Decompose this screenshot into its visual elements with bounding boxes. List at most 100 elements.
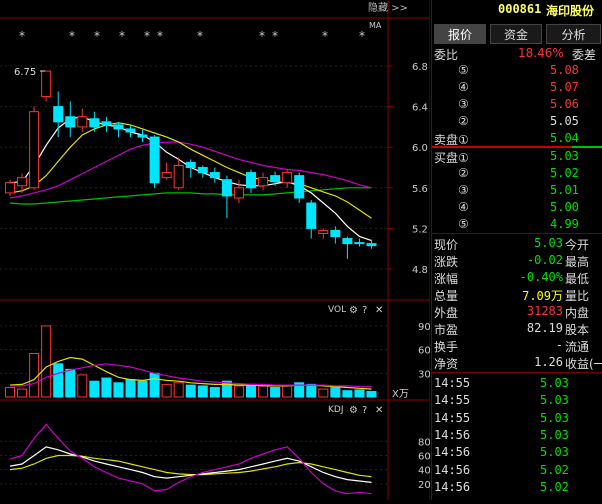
candle-body[interactable] bbox=[101, 121, 112, 126]
volume-bar[interactable] bbox=[125, 379, 136, 398]
event-star-icon[interactable]: * bbox=[322, 29, 328, 43]
event-star-icon[interactable]: * bbox=[359, 29, 365, 43]
candle-body[interactable] bbox=[197, 167, 208, 174]
kdj-j-line bbox=[9, 423, 372, 495]
volume-bar[interactable] bbox=[197, 385, 208, 398]
candle-body[interactable] bbox=[246, 172, 256, 189]
tab-analysis[interactable]: 分析 bbox=[546, 24, 601, 44]
volume-bar[interactable] bbox=[65, 368, 76, 398]
candle-body[interactable] bbox=[173, 164, 184, 189]
volume-bar[interactable] bbox=[246, 383, 256, 398]
event-star-icon[interactable]: * bbox=[157, 29, 163, 43]
candle-body[interactable] bbox=[161, 172, 172, 179]
close-icon[interactable]: ✕ bbox=[375, 405, 383, 416]
settings-gear-icon[interactable]: ⚙ bbox=[349, 305, 358, 316]
candle-body[interactable] bbox=[5, 182, 15, 194]
help-icon[interactable]: ? bbox=[362, 305, 367, 316]
event-star-icon[interactable]: * bbox=[272, 29, 278, 43]
stock-name: 海印股份 bbox=[546, 4, 595, 18]
volume-bar[interactable] bbox=[366, 390, 377, 398]
candle-body[interactable] bbox=[209, 172, 220, 179]
volume-bar[interactable] bbox=[137, 380, 148, 398]
candle-body[interactable] bbox=[330, 229, 341, 238]
candle-body[interactable] bbox=[65, 116, 76, 128]
tick-price: 5.02 bbox=[540, 479, 569, 494]
event-star-icon[interactable]: * bbox=[197, 29, 203, 43]
candle-body[interactable] bbox=[41, 70, 52, 97]
volume-bar[interactable] bbox=[77, 374, 88, 398]
candle-body[interactable] bbox=[221, 179, 232, 197]
candle-body[interactable] bbox=[282, 172, 293, 184]
candle-body[interactable] bbox=[29, 111, 40, 189]
hide-panel-link[interactable]: 隐藏 >> bbox=[368, 2, 408, 14]
event-star-icon[interactable]: * bbox=[144, 29, 150, 43]
candle-body[interactable] bbox=[149, 136, 160, 184]
volume-bar[interactable] bbox=[161, 383, 172, 398]
volume-bar[interactable] bbox=[113, 382, 124, 398]
volume-bar[interactable] bbox=[185, 384, 196, 398]
tick-price: 5.03 bbox=[540, 427, 569, 442]
volume-bar[interactable] bbox=[53, 363, 64, 398]
volume-bar[interactable] bbox=[270, 387, 281, 398]
volume-bar[interactable] bbox=[5, 387, 15, 398]
candle-body[interactable] bbox=[354, 242, 365, 245]
tick-time: 14:56 bbox=[434, 445, 471, 460]
candle-body[interactable] bbox=[366, 243, 377, 247]
candle-body[interactable] bbox=[53, 106, 64, 123]
volume-bar[interactable] bbox=[330, 387, 341, 398]
buy-order-level: ⑤ bbox=[458, 217, 469, 231]
buy-order-row[interactable]: 买盘① 5.03 bbox=[432, 149, 602, 166]
buy-order-row[interactable]: ③ 5.01 bbox=[432, 183, 602, 200]
volume-bar[interactable] bbox=[342, 390, 353, 398]
candle-body[interactable] bbox=[233, 187, 244, 199]
candle-body[interactable] bbox=[258, 177, 269, 187]
sell-order-row[interactable]: ⑤ 5.08 bbox=[432, 63, 602, 80]
volume-bar[interactable] bbox=[29, 353, 40, 398]
tab-funds[interactable]: 资金 bbox=[490, 24, 542, 44]
candle-body[interactable] bbox=[113, 124, 124, 130]
tab-quote[interactable]: 报价 bbox=[434, 24, 486, 44]
candle-body[interactable] bbox=[17, 177, 28, 187]
volume-bar[interactable] bbox=[149, 372, 160, 398]
candle-body[interactable] bbox=[137, 134, 148, 138]
event-star-icon[interactable]: * bbox=[69, 29, 75, 43]
candle-body[interactable] bbox=[125, 128, 136, 133]
sell-order-row[interactable]: ③ 5.06 bbox=[432, 97, 602, 114]
candle-body[interactable] bbox=[77, 116, 88, 128]
volume-bar[interactable] bbox=[306, 383, 317, 398]
volume-bar[interactable] bbox=[318, 388, 329, 398]
event-star-icon[interactable]: * bbox=[94, 29, 100, 43]
kline-chart-area[interactable]: 隐藏 >> MA * * * * * * * * * * * 6.8 6.4 6.0 5.6 5.2 4.8 6.75… bbox=[0, 0, 431, 500]
volume-bar[interactable] bbox=[258, 385, 269, 398]
volume-bar[interactable] bbox=[173, 382, 184, 398]
volume-bar[interactable] bbox=[101, 377, 112, 398]
volume-bar[interactable] bbox=[209, 387, 220, 398]
webi-value: 18.46% bbox=[518, 46, 564, 60]
volume-bar[interactable] bbox=[17, 388, 28, 398]
sell-order-row[interactable]: ④ 5.07 bbox=[432, 80, 602, 97]
kline-chart-svg[interactable]: 隐藏 >> MA * * * * * * * * * * * 6.8 6.4 6.0 5.6 5.2 4.8 6.75… bbox=[0, 0, 431, 500]
candle-body[interactable] bbox=[185, 161, 196, 169]
volume-bar[interactable] bbox=[354, 389, 365, 398]
volume-bar[interactable] bbox=[41, 325, 52, 398]
event-star-icon[interactable]: * bbox=[119, 29, 125, 43]
volume-bar[interactable] bbox=[282, 384, 293, 398]
event-star-icon[interactable]: * bbox=[19, 29, 25, 43]
candle-body[interactable] bbox=[306, 202, 317, 229]
close-icon[interactable]: ✕ bbox=[375, 305, 383, 316]
event-star-icon[interactable]: * bbox=[259, 29, 265, 43]
buy-order-row[interactable]: ④ 5.00 bbox=[432, 200, 602, 217]
candle-body[interactable] bbox=[270, 175, 281, 183]
quote-panel: 000861 海印股份 报价 资金 分析 委比 18.46% 委差 ⑤ 5.08 ④… bbox=[431, 0, 602, 500]
candle-body[interactable] bbox=[342, 238, 353, 245]
volume-bar[interactable] bbox=[233, 385, 244, 398]
candle-body[interactable] bbox=[318, 229, 329, 234]
buy-order-row[interactable]: ⑤ 4.99 bbox=[432, 217, 602, 234]
sell-order-row[interactable]: ② 5.05 bbox=[432, 114, 602, 131]
candle-body[interactable] bbox=[294, 175, 305, 199]
candle-body[interactable] bbox=[89, 118, 100, 128]
volume-bar[interactable] bbox=[89, 380, 100, 398]
help-icon[interactable]: ? bbox=[362, 405, 367, 416]
buy-order-row[interactable]: ② 5.02 bbox=[432, 166, 602, 183]
settings-gear-icon[interactable]: ⚙ bbox=[349, 405, 358, 416]
